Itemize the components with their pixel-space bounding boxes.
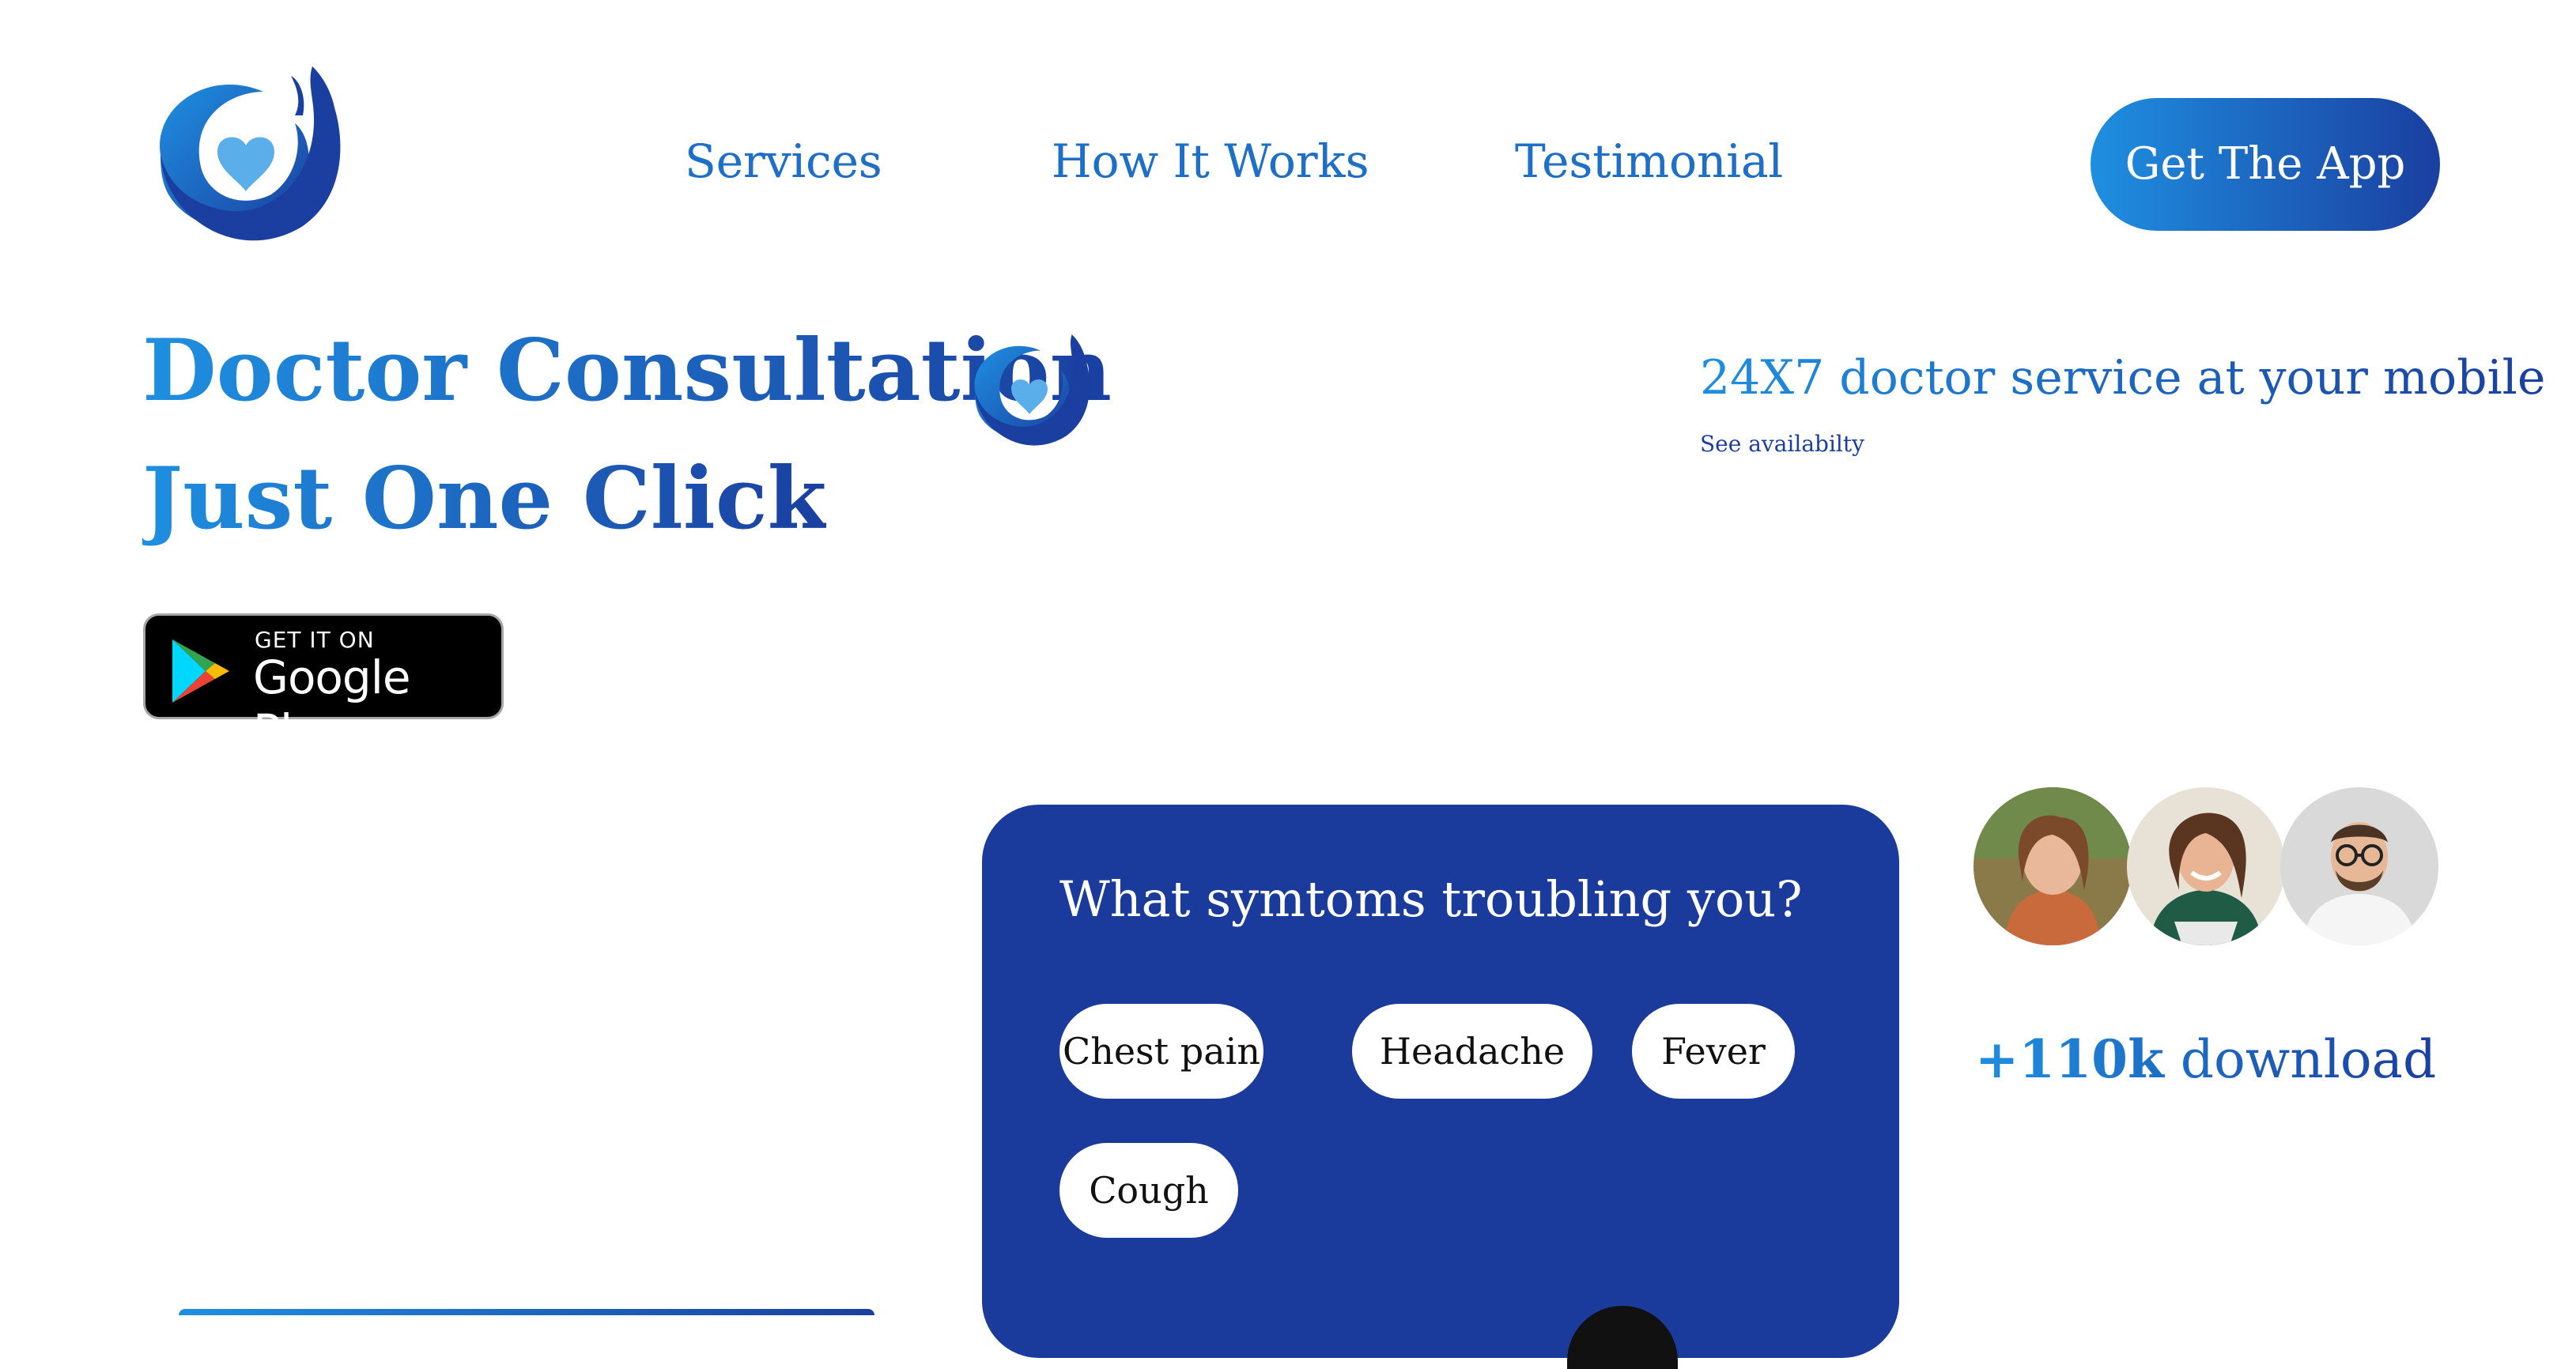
symptom-chip-chest-pain[interactable]: Chest pain	[1059, 1004, 1263, 1099]
symptom-chip-headache[interactable]: Headache	[1352, 1004, 1592, 1099]
store-badge-small-text: GET IT ON	[255, 627, 375, 653]
user-avatar-2	[2127, 787, 2285, 945]
hero-title-line-2: Just One Click	[142, 449, 827, 549]
google-play-badge[interactable]: GET IT ON Google Play	[143, 613, 504, 758]
store-badge-big-text: Google Play	[253, 651, 411, 758]
download-count-label: download	[2180, 1029, 2437, 1090]
user-avatar-3	[2280, 787, 2438, 945]
heart-hand-logo-icon[interactable]	[145, 60, 347, 261]
bottom-decorative-bar	[179, 1309, 874, 1315]
symptoms-title: What symtoms troubling you?	[1059, 870, 1803, 928]
nav-link-services[interactable]: Services	[685, 133, 882, 190]
download-count: +110k download	[1975, 1026, 2436, 1093]
hero-tagline: 24X7 doctor service at your mobile	[1700, 348, 2545, 408]
nav-link-how-it-works[interactable]: How It Works	[1052, 133, 1369, 190]
google-play-icon	[172, 639, 229, 703]
get-the-app-button[interactable]: Get The App	[2091, 98, 2440, 231]
doctor-image-peek	[1567, 1306, 1678, 1369]
symptom-chip-fever[interactable]: Fever	[1632, 1004, 1795, 1099]
symptom-chip-cough[interactable]: Cough	[1059, 1143, 1238, 1238]
download-count-number: +110k	[1975, 1028, 2164, 1090]
symptoms-card: What symtoms troubling you? Chest pain H…	[982, 805, 1899, 1369]
see-availability-link[interactable]: See availabilty	[1700, 430, 1864, 458]
nav-link-testimonial[interactable]: Testimonial	[1515, 133, 1783, 190]
user-avatar-1	[1974, 787, 2132, 945]
heart-hand-logo-icon	[974, 334, 1090, 446]
